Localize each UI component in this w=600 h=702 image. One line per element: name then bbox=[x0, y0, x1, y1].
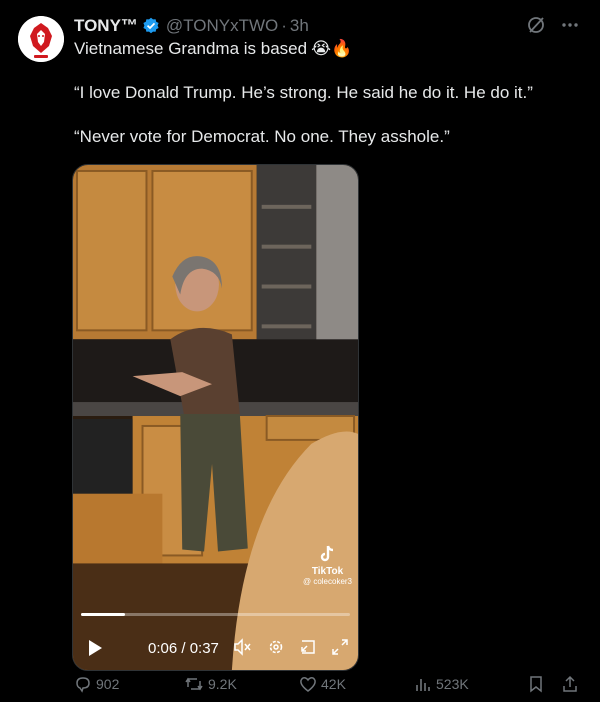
settings-icon[interactable] bbox=[267, 638, 285, 660]
tiktok-logo-icon bbox=[321, 545, 334, 562]
video-frame bbox=[73, 165, 358, 670]
tweet-line: Vietnamese Grandma is based 😭🔥 bbox=[74, 38, 580, 60]
avatar[interactable] bbox=[18, 16, 64, 62]
share-icon bbox=[563, 675, 577, 692]
video-control-icons bbox=[233, 638, 349, 660]
timecode: 0:06 / 0:37 bbox=[148, 640, 219, 657]
tweet-post: TONY™ @TONYxTWO · 3h Vietnamese Grandma … bbox=[0, 0, 600, 702]
emoji: 😭🔥 bbox=[311, 39, 353, 58]
tiktok-watermark: TikTok @ colecoker3 bbox=[303, 545, 352, 586]
view-count: 523K bbox=[436, 676, 469, 692]
reply-button[interactable]: 902 bbox=[74, 675, 119, 693]
tweet-header: TONY™ @TONYxTWO · 3h bbox=[74, 15, 580, 37]
mute-icon[interactable] bbox=[233, 638, 253, 660]
like-count: 42K bbox=[321, 676, 346, 692]
separator-dot: · bbox=[281, 16, 287, 35]
views-button[interactable]: 523K bbox=[414, 675, 469, 693]
display-name[interactable]: TONY™ bbox=[74, 16, 138, 36]
share-button[interactable] bbox=[561, 675, 579, 693]
repost-count: 9.2K bbox=[208, 676, 237, 692]
progress-bar[interactable] bbox=[81, 613, 350, 616]
reply-icon bbox=[76, 677, 90, 693]
tiktok-label: TikTok bbox=[311, 566, 344, 577]
repost-button[interactable]: 9.2K bbox=[184, 675, 237, 693]
video-player[interactable]: TikTok @ colecoker3 0:06 / 0:37 bbox=[72, 164, 359, 671]
picture-in-picture-icon[interactable] bbox=[299, 638, 317, 660]
analytics-icon bbox=[416, 679, 430, 691]
post-time[interactable]: 3h bbox=[290, 16, 309, 36]
progress-fill bbox=[81, 613, 125, 616]
fullscreen-icon[interactable] bbox=[331, 638, 349, 660]
tweet-text: Vietnamese Grandma is based 😭🔥 “I love D… bbox=[74, 38, 580, 148]
play-icon[interactable] bbox=[87, 639, 103, 661]
reply-count: 902 bbox=[96, 676, 120, 692]
heart-icon bbox=[300, 677, 316, 692]
header-actions bbox=[526, 15, 580, 40]
verified-badge-icon[interactable] bbox=[142, 17, 160, 35]
lion-logo-icon bbox=[18, 16, 64, 62]
grok-icon[interactable] bbox=[526, 15, 546, 40]
bookmark-icon bbox=[530, 676, 542, 693]
video-controls: 0:06 / 0:37 bbox=[73, 633, 358, 665]
tweet-line1: Vietnamese Grandma is based bbox=[74, 39, 308, 58]
repost-icon bbox=[185, 677, 203, 691]
bookmark-button[interactable] bbox=[528, 675, 544, 693]
like-button[interactable]: 42K bbox=[299, 675, 346, 693]
tweet-quote-2: “Never vote for Democrat. No one. They a… bbox=[74, 127, 450, 146]
tiktok-user: @ colecoker3 bbox=[302, 577, 352, 586]
user-handle[interactable]: @TONYxTWO bbox=[166, 16, 278, 36]
tweet-quote-1: “I love Donald Trump. He’s strong. He sa… bbox=[74, 83, 533, 102]
more-options-icon[interactable] bbox=[560, 15, 580, 40]
